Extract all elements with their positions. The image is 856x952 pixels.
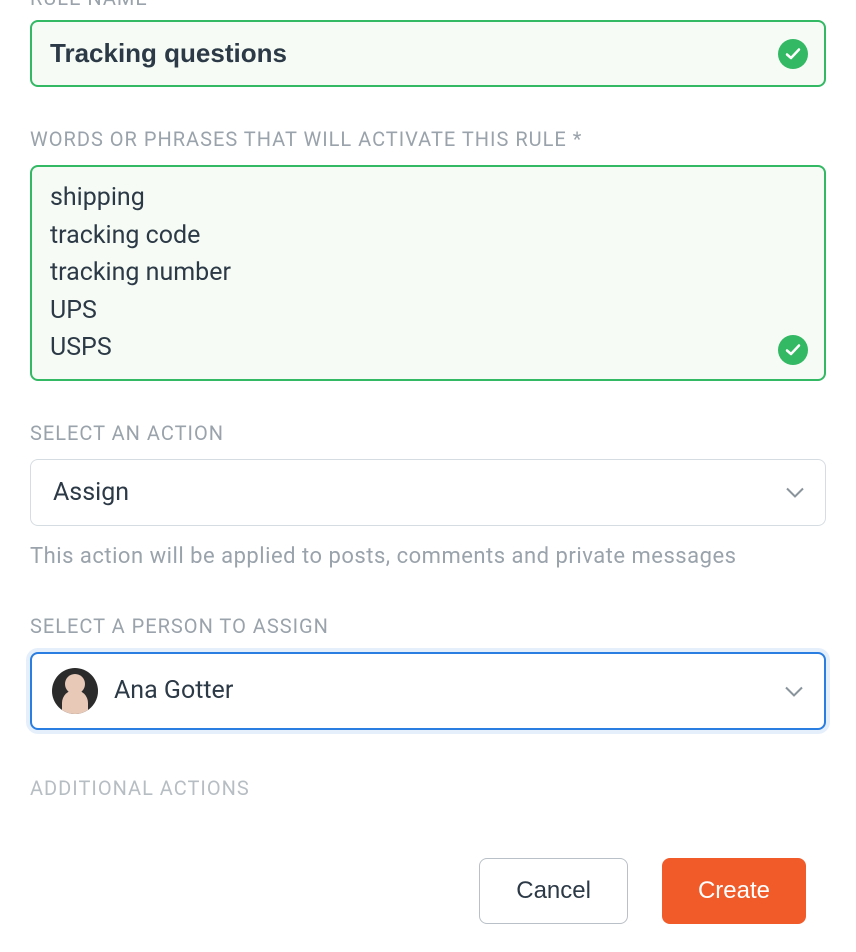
rule-name-field-wrapper: [30, 20, 826, 87]
action-label: SELECT AN ACTION: [30, 421, 826, 445]
person-label: SELECT A PERSON TO ASSIGN: [30, 614, 826, 638]
create-button[interactable]: Create: [662, 858, 806, 924]
chevron-down-icon: [784, 676, 804, 705]
words-input[interactable]: shipping tracking code tracking number U…: [50, 179, 764, 367]
footer: Cancel Create: [0, 830, 856, 952]
action-selected-value: Assign: [53, 478, 129, 507]
cancel-button[interactable]: Cancel: [479, 858, 628, 924]
words-label: WORDS OR PHRASES THAT WILL ACTIVATE THIS…: [30, 127, 826, 151]
avatar: [52, 668, 98, 714]
words-field-wrapper[interactable]: shipping tracking code tracking number U…: [30, 165, 826, 381]
additional-actions-label: ADDITIONAL ACTIONS: [30, 776, 826, 800]
chevron-down-icon: [785, 478, 805, 507]
action-helper-text: This action will be applied to posts, co…: [30, 540, 826, 574]
person-selected-value: Ana Gotter: [114, 676, 233, 705]
check-icon: [778, 39, 808, 69]
rule-name-label: RULE NAME: [30, 0, 826, 10]
rule-name-input[interactable]: [50, 38, 764, 69]
person-select[interactable]: Ana Gotter: [30, 652, 826, 730]
action-select[interactable]: Assign: [30, 459, 826, 526]
check-icon: [778, 335, 808, 365]
